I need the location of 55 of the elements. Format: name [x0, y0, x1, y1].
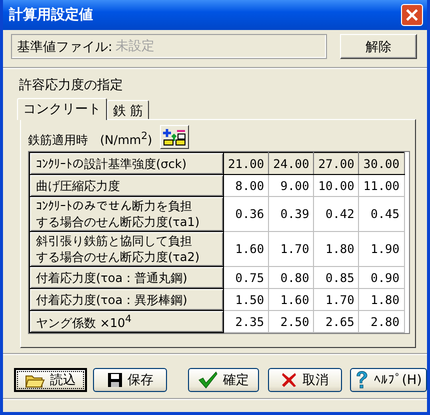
- table-cell: 10.00: [314, 174, 359, 196]
- window-title: 計算用設定値: [9, 6, 93, 24]
- table-cell: 0.80: [268, 266, 314, 288]
- table-cell: 8.00: [224, 174, 269, 196]
- unit-label: 鉄筋適用時 (N/mm$^{2}$): [28, 131, 152, 149]
- table-cell: 2.50: [268, 310, 314, 332]
- tab[interactable]: コンクリート: [17, 98, 107, 120]
- table-cell: 1.70: [268, 232, 314, 266]
- close-icon: [406, 9, 418, 21]
- table-cell: 1.80: [314, 232, 359, 266]
- column-header: 27.00: [314, 152, 359, 174]
- row-header: 付着応力度(τoa：異形棒鋼): [30, 288, 224, 310]
- cancel-button[interactable]: 取消: [268, 368, 342, 392]
- cross-icon: [281, 372, 298, 388]
- table-cell: 1.60: [224, 232, 269, 266]
- table-cell: 0.42: [314, 196, 359, 232]
- check-icon: [198, 371, 218, 389]
- save-button[interactable]: 保存: [93, 368, 167, 392]
- tab[interactable]: 鉄 筋: [107, 100, 150, 119]
- table-cell: 1.70: [314, 288, 359, 310]
- row-header: 付着応力度(τoa：普通丸鋼): [30, 266, 224, 288]
- row-header: ｺﾝｸﾘｰﾄの設計基準強度(σck): [30, 152, 224, 174]
- table-cell: 1.80: [358, 288, 404, 310]
- help-button[interactable]: ﾍﾙﾌﾟ(H): [350, 368, 428, 392]
- question-mark-icon: [354, 371, 369, 389]
- table-cell: 2.80: [358, 310, 404, 332]
- row-header: 斜引張り鉄筋と協同して負担する場合のせん断応力度(τa2): [30, 232, 224, 266]
- table-cell: 0.36: [224, 196, 269, 232]
- ok-button[interactable]: 確定: [188, 368, 260, 392]
- column-header: 30.00: [358, 152, 404, 174]
- table-cell: 9.00: [268, 174, 314, 196]
- toggle-button[interactable]: [160, 125, 190, 149]
- column-header: 21.00: [224, 152, 269, 174]
- table-cell: 0.90: [358, 266, 404, 288]
- load-button[interactable]: 読込: [14, 368, 88, 392]
- row-header: ヤング係数 ×10$^{4}$: [30, 310, 224, 332]
- table-cell: 0.75: [224, 266, 269, 288]
- table-cell: 11.00: [358, 174, 404, 196]
- table-cell: 2.65: [314, 310, 359, 332]
- column-header: 24.00: [268, 152, 314, 174]
- field-label: 基準値ファイル:: [17, 38, 112, 56]
- table-cell: 0.39: [268, 196, 314, 232]
- row-header: 曲げ圧縮応力度: [30, 174, 224, 196]
- row-header: ｺﾝｸﾘｰﾄのみでせん断力を負担する場合のせん断応力度(τa1): [30, 196, 224, 232]
- group-label: 許容応力度の指定: [18, 77, 124, 94]
- table-cell: 1.50: [224, 288, 269, 310]
- close-button[interactable]: [401, 4, 423, 26]
- table-cell: 1.90: [358, 232, 404, 266]
- blocks-icon: [162, 128, 187, 146]
- table-cell: 1.60: [268, 288, 314, 310]
- table-cell: 0.45: [358, 196, 404, 232]
- table-cell: 0.85: [314, 266, 359, 288]
- clear-button[interactable]: 解除: [340, 34, 417, 59]
- file-field[interactable]: 未設定: [112, 39, 216, 54]
- table-cell: 2.35: [224, 310, 269, 332]
